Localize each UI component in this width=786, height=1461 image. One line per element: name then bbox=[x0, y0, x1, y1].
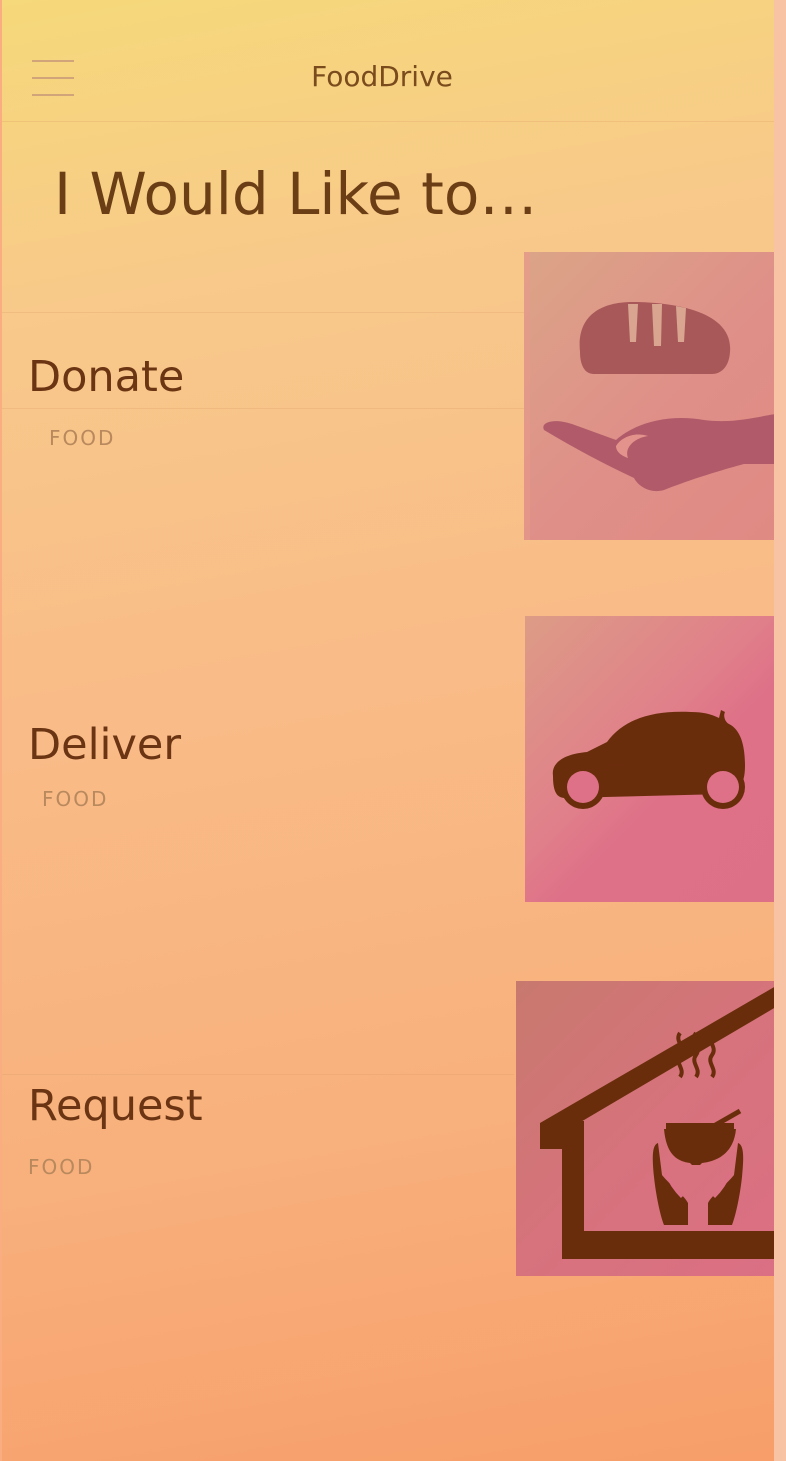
bread-on-hand-icon bbox=[524, 252, 774, 540]
screen-edge bbox=[774, 0, 786, 1461]
page-heading: I Would Like to… bbox=[54, 160, 538, 228]
request-label[interactable]: Request bbox=[28, 1081, 203, 1131]
shelter-soup-bowl-icon bbox=[540, 987, 774, 1259]
app-screen: FoodDrive I Would Like to… Donate FOOD D… bbox=[2, 0, 774, 1461]
app-title: FoodDrive bbox=[311, 60, 453, 93]
donate-tile[interactable] bbox=[524, 252, 774, 540]
request-sublabel: FOOD bbox=[28, 1155, 95, 1179]
car-icon bbox=[552, 710, 745, 809]
deliver-tile[interactable] bbox=[525, 616, 774, 902]
donate-sublabel: FOOD bbox=[49, 426, 116, 450]
donate-label[interactable]: Donate bbox=[28, 352, 184, 402]
divider bbox=[2, 312, 524, 313]
request-tile[interactable] bbox=[516, 981, 774, 1276]
divider bbox=[2, 1074, 514, 1075]
header-divider bbox=[2, 121, 774, 122]
divider bbox=[2, 408, 524, 409]
deliver-sublabel: FOOD bbox=[42, 787, 109, 811]
deliver-label[interactable]: Deliver bbox=[28, 720, 181, 770]
